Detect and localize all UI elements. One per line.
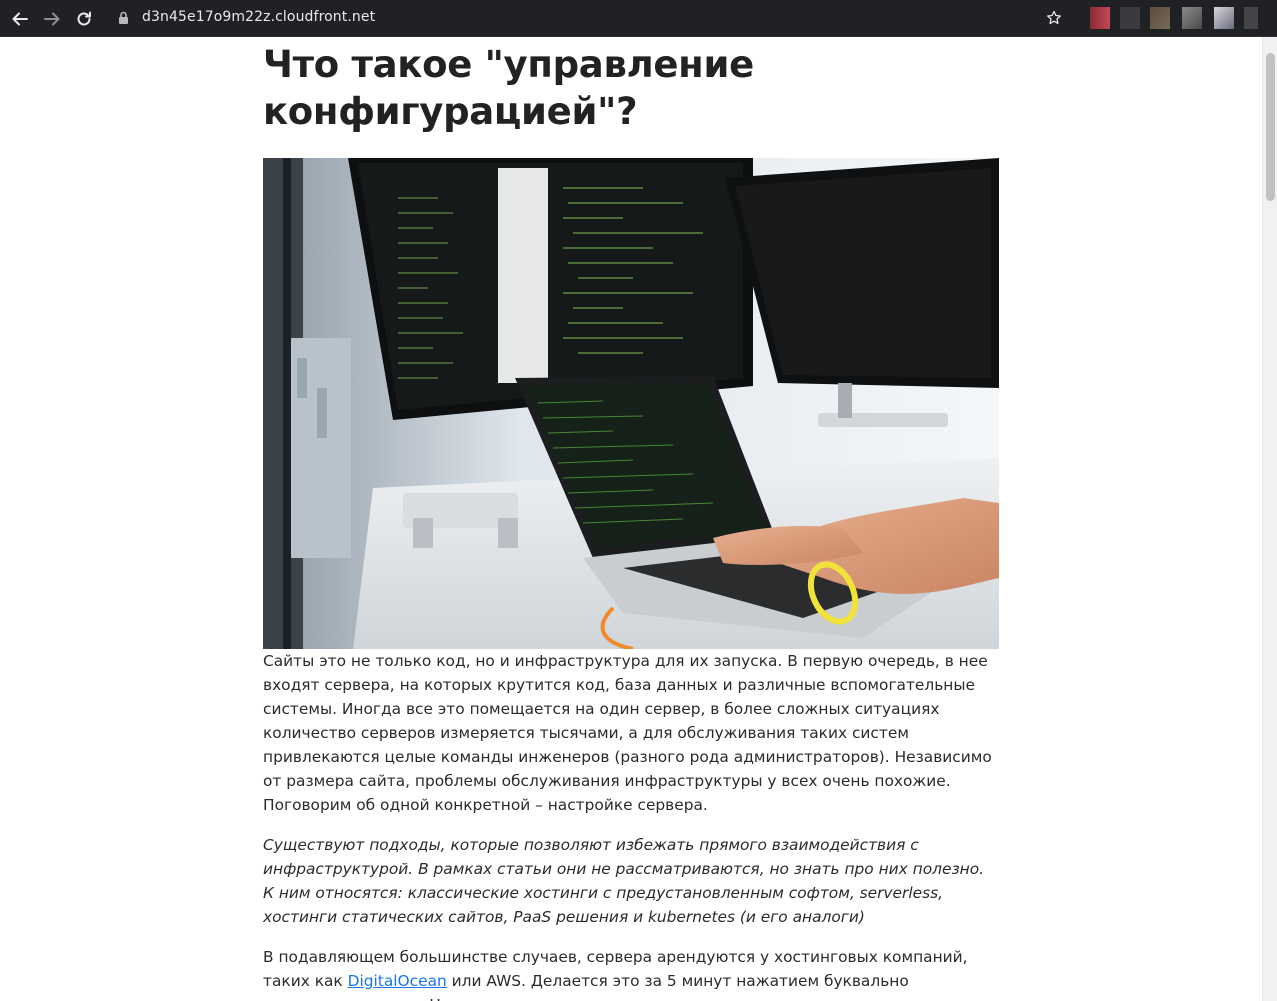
- paragraph-hosting: В подавляющем большинстве случаев, серве…: [263, 945, 999, 1001]
- paragraph-note: Существуют подходы, которые позволяют из…: [263, 836, 985, 926]
- article: Что такое "управление конфигурацией"? Са…: [263, 37, 999, 1001]
- lock-icon: [119, 11, 128, 24]
- extension-icon[interactable]: [1150, 7, 1170, 29]
- url-text: d3n45e17o9m22z.cloudfront.net: [142, 9, 376, 25]
- extension-icon[interactable]: [1120, 7, 1140, 29]
- arrow-right-icon: [44, 12, 60, 26]
- forward-button[interactable]: [40, 7, 64, 31]
- page-title: Что такое "управление конфигурацией"?: [263, 43, 754, 133]
- reload-button[interactable]: [72, 7, 96, 31]
- extension-icon[interactable]: [1090, 7, 1110, 29]
- scrollbar-thumb[interactable]: [1266, 53, 1275, 201]
- browser-toolbar: d3n45e17o9m22z.cloudfront.net: [0, 0, 1277, 37]
- extension-icon[interactable]: [1182, 7, 1202, 29]
- extension-icon[interactable]: [1214, 7, 1234, 29]
- reload-icon: [77, 11, 91, 26]
- hero-image: [263, 158, 999, 649]
- back-button[interactable]: [8, 7, 32, 31]
- address-bar[interactable]: d3n45e17o9m22z.cloudfront.net: [104, 4, 1074, 32]
- arrow-left-icon: [12, 12, 28, 26]
- hero-photo: [263, 158, 999, 649]
- digitalocean-link[interactable]: DigitalOcean: [348, 972, 447, 990]
- extension-icon[interactable]: [1244, 7, 1258, 29]
- paragraph-intro: Сайты это не только код, но и инфраструк…: [263, 652, 992, 814]
- star-icon[interactable]: [1046, 10, 1062, 26]
- scrollbar[interactable]: [1262, 37, 1277, 1001]
